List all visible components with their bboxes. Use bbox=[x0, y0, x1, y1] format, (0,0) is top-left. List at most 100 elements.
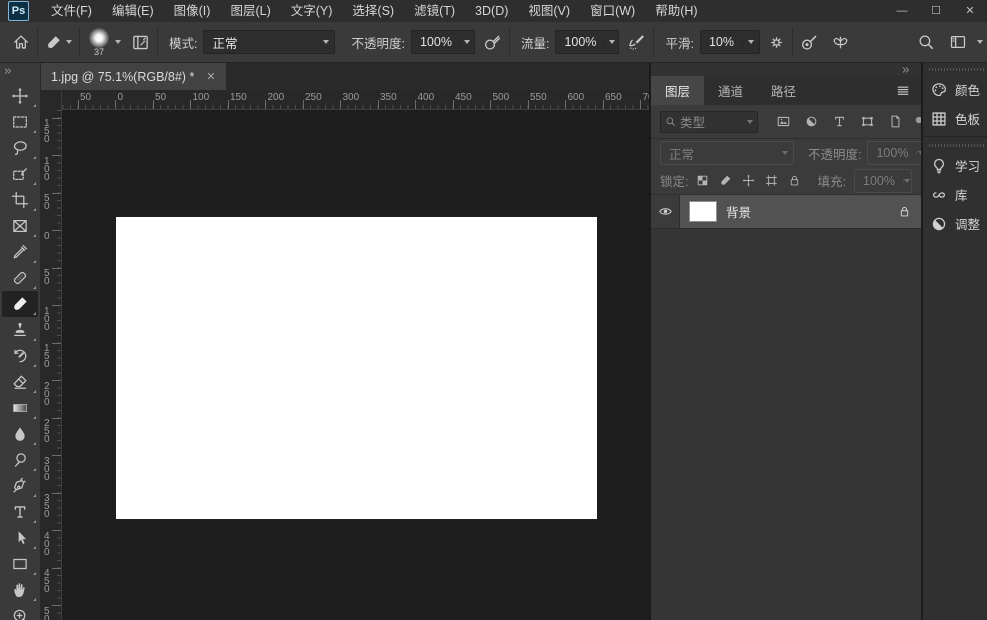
tool-type[interactable] bbox=[2, 499, 38, 525]
paint-symmetry-button[interactable] bbox=[831, 33, 850, 52]
filter-image-button[interactable] bbox=[776, 114, 791, 129]
tool-dodge[interactable] bbox=[2, 447, 38, 473]
minimize-button[interactable]: — bbox=[885, 0, 919, 22]
dock-item-label: 学习 bbox=[955, 156, 980, 175]
menubar-item[interactable]: 帮助(H) bbox=[645, 0, 707, 22]
workspace-chevron-icon[interactable] bbox=[977, 40, 983, 44]
ruler-tick bbox=[52, 455, 61, 456]
tool-clone-stamp[interactable] bbox=[2, 317, 38, 343]
tool-rectangle[interactable] bbox=[2, 551, 38, 577]
menubar-item[interactable]: 文字(Y) bbox=[281, 0, 343, 22]
lock-checkerboard-button[interactable] bbox=[696, 174, 709, 187]
opacity-select[interactable]: 100% bbox=[411, 30, 475, 54]
brush-preset-picker[interactable]: 37 bbox=[89, 28, 109, 57]
layer-fill-select[interactable]: 100% bbox=[854, 169, 912, 193]
tools-collapse-button[interactable] bbox=[0, 63, 40, 77]
tool-lasso[interactable] bbox=[2, 135, 38, 161]
tool-path-selection[interactable] bbox=[2, 525, 38, 551]
tool-eraser[interactable] bbox=[2, 369, 38, 395]
document-tab[interactable]: 1.jpg @ 75.1%(RGB/8#) * ✕ bbox=[41, 63, 226, 90]
tool-eyedropper[interactable] bbox=[2, 239, 38, 265]
maximize-button[interactable]: ☐ bbox=[919, 0, 953, 22]
workspace-switcher[interactable] bbox=[949, 33, 967, 51]
tool-history-brush[interactable] bbox=[2, 343, 38, 369]
tool-gradient[interactable] bbox=[2, 395, 38, 421]
layer-thumbnail[interactable] bbox=[690, 202, 716, 221]
tool-frame[interactable] bbox=[2, 213, 38, 239]
tool-pen[interactable] bbox=[2, 473, 38, 499]
brush-preset-chevron-icon[interactable] bbox=[115, 40, 121, 44]
menubar-item[interactable]: 文件(F) bbox=[41, 0, 102, 22]
home-button[interactable] bbox=[12, 33, 30, 51]
ruler-origin-corner[interactable] bbox=[41, 90, 62, 111]
canvas[interactable] bbox=[116, 217, 597, 519]
smoothing-select[interactable]: 10% bbox=[700, 30, 760, 54]
ruler-label: 200 bbox=[44, 383, 51, 407]
layer-opacity-select[interactable]: 100% bbox=[867, 141, 925, 165]
layer-blend-mode-select[interactable]: 正常 bbox=[660, 141, 794, 165]
pressure-opacity-button[interactable] bbox=[483, 33, 502, 52]
tool-blur[interactable] bbox=[2, 421, 38, 447]
blend-mode-select[interactable]: 正常 bbox=[203, 30, 335, 54]
lock-artboard-button[interactable] bbox=[765, 174, 778, 187]
layer-visibility-toggle[interactable] bbox=[651, 195, 680, 228]
lock-move-button[interactable] bbox=[742, 174, 755, 187]
pressure-size-button[interactable] bbox=[800, 33, 819, 52]
panel-menu-button[interactable] bbox=[895, 76, 921, 105]
ruler-label: 600 bbox=[568, 92, 585, 103]
photoshop-logo-icon[interactable]: Ps bbox=[8, 1, 29, 21]
menubar-item[interactable]: 滤镜(T) bbox=[404, 0, 465, 22]
tool-brush[interactable] bbox=[2, 291, 38, 317]
dock-drag-grip[interactable] bbox=[929, 68, 984, 71]
tool-rectangular-marquee[interactable] bbox=[2, 109, 38, 135]
menubar-item[interactable]: 视图(V) bbox=[518, 0, 580, 22]
layer-filter-type-select[interactable]: 类型 bbox=[660, 111, 758, 133]
dock-item-label: 库 bbox=[955, 185, 968, 204]
tool-object-selection[interactable] bbox=[2, 161, 38, 187]
tool-hand[interactable] bbox=[2, 577, 38, 603]
smoothing-options-button[interactable] bbox=[768, 34, 785, 51]
dock-item-库[interactable]: 库 bbox=[923, 180, 987, 209]
dock-item-颜色[interactable]: 颜色 bbox=[923, 75, 987, 104]
panel-tab-路径[interactable]: 路径 bbox=[757, 76, 810, 105]
panel-tab-通道[interactable]: 通道 bbox=[704, 76, 757, 105]
ruler-label: 450 bbox=[455, 92, 472, 103]
tool-zoom[interactable] bbox=[2, 603, 38, 620]
filter-smart-object-button[interactable] bbox=[888, 114, 903, 129]
document-tab-close-icon[interactable]: ✕ bbox=[206, 70, 215, 83]
tool-crop[interactable] bbox=[2, 187, 38, 213]
panel-tab-图层[interactable]: 图层 bbox=[651, 76, 704, 105]
ruler-tick bbox=[115, 100, 116, 109]
menubar-item[interactable]: 编辑(E) bbox=[102, 0, 164, 22]
search-button[interactable] bbox=[917, 33, 935, 51]
tool-spot-healing-brush[interactable] bbox=[2, 265, 38, 291]
lock-brush-button[interactable] bbox=[719, 174, 732, 187]
filter-vector-mask-button[interactable] bbox=[860, 114, 875, 129]
ruler-label: 700 bbox=[643, 92, 650, 103]
flow-select[interactable]: 100% bbox=[555, 30, 619, 54]
tool-preset-button[interactable] bbox=[45, 34, 72, 51]
dock-item-学习[interactable]: 学习 bbox=[923, 151, 987, 180]
rectangular-marquee-icon bbox=[11, 113, 29, 131]
layer-row[interactable]: 背景 bbox=[651, 195, 921, 229]
collapse-panels-icon[interactable] bbox=[901, 65, 911, 75]
airbrush-button[interactable] bbox=[627, 33, 646, 52]
filter-adjustment-button[interactable] bbox=[804, 114, 819, 129]
ruler-tick bbox=[78, 100, 79, 109]
menubar-item[interactable]: 图像(I) bbox=[164, 0, 221, 22]
hand-icon bbox=[11, 581, 29, 599]
menubar-item[interactable]: 窗口(W) bbox=[580, 0, 645, 22]
tool-move[interactable] bbox=[2, 83, 38, 109]
layer-blend-row: 正常 不透明度: 100% bbox=[651, 139, 921, 167]
brush-settings-panel-toggle[interactable] bbox=[131, 33, 150, 52]
filter-type-button[interactable] bbox=[832, 114, 847, 129]
dock-item-调整[interactable]: 调整 bbox=[923, 209, 987, 238]
close-button[interactable]: ✕ bbox=[953, 0, 987, 22]
menubar-item[interactable]: 选择(S) bbox=[342, 0, 404, 22]
layer-item[interactable]: 背景 bbox=[680, 195, 921, 228]
lasso-icon bbox=[11, 139, 29, 157]
menubar-item[interactable]: 图层(L) bbox=[220, 0, 280, 22]
lock-lock-button[interactable] bbox=[788, 174, 801, 187]
menubar-item[interactable]: 3D(D) bbox=[465, 0, 518, 22]
dock-item-色板[interactable]: 色板 bbox=[923, 104, 987, 133]
